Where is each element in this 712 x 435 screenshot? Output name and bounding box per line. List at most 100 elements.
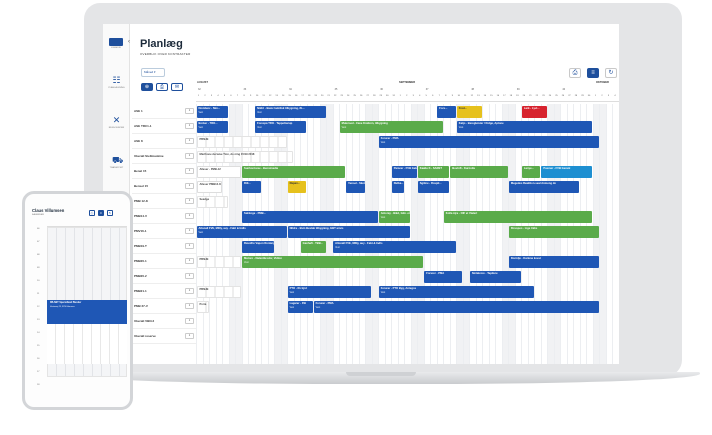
resource-row[interactable]: Uberalt VBN-2 1 xyxy=(132,314,196,329)
schedule-bar[interactable]: Sgilme - Rospit... xyxy=(417,180,450,193)
resource-badge[interactable]: 1 xyxy=(185,198,194,204)
schedule-bar[interactable]: Allonall FVE, MINy, auy - Fabt & Indls Ve… xyxy=(196,225,287,238)
resource-badge[interactable]: 1 xyxy=(185,243,194,249)
schedule-bar-title: Bovinft - Kurnstla xyxy=(452,166,475,170)
resource-badge[interactable]: 1 xyxy=(185,108,194,114)
resource-badge[interactable]: 1 xyxy=(185,318,194,324)
resource-badge[interactable]: 1 xyxy=(185,183,194,189)
schedule-bar[interactable]: Bovinft - Kurnstla xyxy=(450,165,508,178)
schedule-bar[interactable]: Nildre - Bsin Bestak tilbygning, GBT anv… xyxy=(287,225,411,238)
schedule-bar[interactable]: Seadge xyxy=(196,195,229,208)
sidebar-item-planning[interactable]: ☷ PLANLÆGNING xyxy=(103,74,130,100)
resource-row[interactable]: PMB 27-V 1 xyxy=(132,299,196,314)
schedule-bar[interactable]: PTO - Rv bjrd Vest xyxy=(287,285,372,298)
schedule-bar[interactable]: Megedes Reaktion-seal Anmeng do xyxy=(508,180,580,193)
schedule-bar[interactable]: Rapan... xyxy=(287,180,307,193)
schedule-bar[interactable]: Alleser - PMB-12 xyxy=(196,165,242,178)
schedule-bar[interactable]: PRNJE xyxy=(196,255,242,268)
schedule-bar[interactable]: Mutoro - Nalentbrodor, Vidlon Vest xyxy=(242,255,424,268)
resource-row[interactable]: Uberalt reserve 1 xyxy=(132,329,196,344)
sidebar-item-resources[interactable]: ✕ RESSOURCER xyxy=(103,114,130,140)
resource-row[interactable]: PMB20-2 1 xyxy=(132,269,196,284)
sidebar-item-transport[interactable]: ⛟ TRANSPORT xyxy=(103,154,130,180)
resource-badge[interactable]: 1 xyxy=(185,153,194,159)
schedule-bar[interactable]: Fred... xyxy=(456,105,482,118)
schedule-bar[interactable]: Rilt... xyxy=(242,180,261,193)
phone-print-button[interactable]: ⎙ xyxy=(89,210,95,216)
phone-refresh-button[interactable]: ↻ xyxy=(107,210,113,216)
schedule-bar-title: Pasmer - FVB Gerant xyxy=(543,166,571,170)
schedule-bar[interactable]: Forurer - PMA Vest xyxy=(313,300,599,313)
schedule-bar[interactable]: Lagarer - Pdi Vest xyxy=(287,300,313,313)
refresh-button[interactable]: ↻ xyxy=(605,68,617,78)
message-button[interactable]: ✉ xyxy=(171,83,183,91)
schedule-bar[interactable]: Kaljo - Beregleister / Kidge, Aptone Vest xyxy=(456,120,593,133)
schedule-bar[interactable]: Mutersed - Cave Krattom, tilbygning Vest xyxy=(339,120,443,133)
resource-badge[interactable]: 1 xyxy=(185,303,194,309)
resource-badge[interactable]: 1 xyxy=(185,138,194,144)
schedule-bar[interactable]: Lark - Lyvi... xyxy=(521,105,547,118)
schedule-bar[interactable]: Forurer - PMA Vest xyxy=(378,135,599,148)
schedule-bar[interactable]: Lanye... xyxy=(521,165,541,178)
schedule-bar[interactable]: Ganhaft - TBB... xyxy=(300,240,326,253)
resource-row[interactable]: PMB14-V 1 xyxy=(132,209,196,224)
logo-icon[interactable] xyxy=(109,38,123,46)
schedule-bar[interactable]: Poria xyxy=(196,300,209,313)
schedule-bar[interactable]: Allonall FVE, MINy, auy - Fabt & Indls Ve… xyxy=(333,240,456,253)
print-button[interactable]: ⎙ xyxy=(569,68,581,78)
resource-row[interactable]: Uberalt Stellmaskine 1 xyxy=(132,149,196,164)
resource-badge[interactable]: 1 xyxy=(185,228,194,234)
resource-row[interactable]: PMB 12-K 1 xyxy=(132,194,196,209)
schedule-bar[interactable]: Alleser PMB12-K xyxy=(196,180,222,193)
print-list-button[interactable]: ⎙ xyxy=(156,83,168,91)
schedule-bar[interactable]: Novidenz - Nim... Vest xyxy=(196,105,229,118)
schedule-bar[interactable]: PRNJE xyxy=(196,285,242,298)
resource-badge[interactable]: 1 xyxy=(185,168,194,174)
day-label: 9 xyxy=(451,95,453,97)
add-button[interactable]: ⊕ xyxy=(141,83,153,91)
schedule-bar[interactable]: Forespa TRO - Tappelnarup Vest xyxy=(255,120,307,133)
schedule-bar[interactable]: Nildrt - Basic bebilisk tilbygning, 8L..… xyxy=(255,105,326,118)
schedule-bar[interactable]: Borker - TRO... Vest xyxy=(196,120,229,133)
schedule-bar[interactable]: Rulba... xyxy=(391,180,404,193)
chevron-left-icon[interactable]: ‹ xyxy=(128,38,134,46)
resource-badge[interactable]: 1 xyxy=(185,123,194,129)
resource-badge[interactable]: 1 xyxy=(185,288,194,294)
schedule-bar[interactable]: Sintalcore - Tapiture xyxy=(469,270,521,283)
schedule-bar[interactable]: Ravolfre Vapon Rontarg xyxy=(242,240,274,253)
resource-row[interactable]: Bensel 15 1 xyxy=(132,179,196,194)
day-label: 23 xyxy=(340,95,343,97)
resource-row[interactable]: PMB20-1 1 xyxy=(132,254,196,269)
resource-row[interactable]: PMB21-1 1 xyxy=(132,284,196,299)
resource-badge[interactable]: 1 xyxy=(185,213,194,219)
resource-row[interactable]: ASE 8 1 xyxy=(132,134,196,149)
schedule-bar[interactable]: Marthone Aerwise Tion, do ning 15/19 201… xyxy=(196,150,294,163)
resource-row[interactable]: ASE TRC1-1 1 xyxy=(132,119,196,134)
schedule-bar[interactable]: Kaalte K - SARET xyxy=(417,165,450,178)
schedule-bar[interactable]: Dormlje - Karlene koest xyxy=(508,255,599,268)
phone-view-button[interactable]: ≡ xyxy=(98,210,104,216)
schedule-bar[interactable]: Sunhontoree - Bensimedie xyxy=(242,165,346,178)
schedule-bar[interactable]: Pasmer - FVB Gerant xyxy=(541,165,593,178)
schedule-bar[interactable]: Sahkoge - PMB... xyxy=(242,210,378,223)
schedule-bar[interactable]: Rovopeo - Lige tniks xyxy=(508,225,599,238)
resource-row[interactable]: PMV16-1 1 xyxy=(132,224,196,239)
resource-row[interactable]: PMB19-T 1 xyxy=(132,239,196,254)
view-button[interactable]: ≡ xyxy=(587,68,599,78)
schedule-bar[interactable]: Kolla Ajre - OIF et Vialert xyxy=(443,210,593,223)
schedule-bar[interactable]: Pamzer - FVB Gebrante xyxy=(391,165,417,178)
schedule-bar[interactable]: Vensel - Sketnl... xyxy=(346,180,365,193)
phone-event[interactable]: DB-NET Specielland Blender Vestervej 25,… xyxy=(47,300,127,324)
schedule-bar[interactable]: Fors... xyxy=(437,105,456,118)
schedule-bar[interactable]: Forurer - PTO Byg, Antegos Vest xyxy=(378,285,534,298)
schedule-bar[interactable]: Antoray - Bikd, Gdn. et Apnecting entMA … xyxy=(378,210,411,223)
resource-row[interactable]: Benel 15 1 xyxy=(132,164,196,179)
resource-badge[interactable]: 1 xyxy=(185,333,194,339)
period-select[interactable]: Måned ▾ xyxy=(141,68,165,77)
resource-row[interactable]: ASE 1 1 xyxy=(132,104,196,119)
schedule-grid[interactable]: Novidenz - Nim... Vest Nildrt - Basic bebi… xyxy=(196,104,619,364)
schedule-bar[interactable]: Forurer - PMA xyxy=(424,270,463,283)
schedule-bar[interactable]: PRNJE xyxy=(196,135,287,148)
resource-badge[interactable]: 1 xyxy=(185,258,194,264)
resource-badge[interactable]: 1 xyxy=(185,273,194,279)
